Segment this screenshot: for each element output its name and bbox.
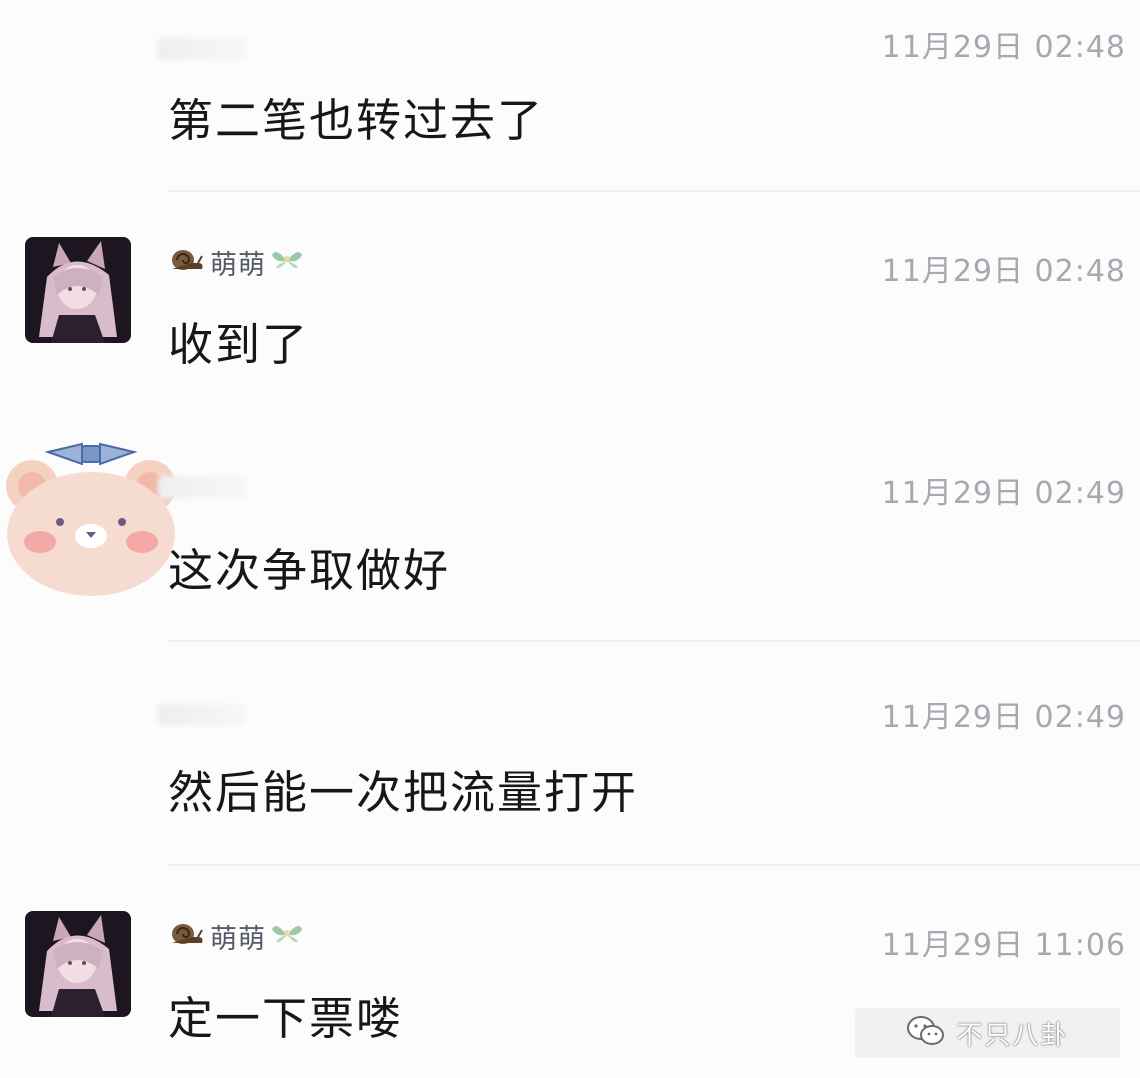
message-time: 11月29日 02:48 [881, 30, 1126, 65]
avatar-bear[interactable] [0, 434, 185, 599]
sender-row: 萌萌 [168, 917, 304, 956]
avatar-catgirl[interactable] [25, 237, 131, 343]
message-text[interactable]: 这次争取做好 [168, 534, 450, 599]
sender-name-blurred [158, 476, 246, 498]
sender-name[interactable]: 萌萌 [210, 243, 266, 282]
sender-name-blurred [158, 704, 246, 726]
message-time: 11月29日 02:49 [881, 476, 1126, 511]
snail-icon [168, 921, 206, 951]
message-time: 11月29日 11:06 [881, 928, 1126, 963]
message-text[interactable]: 然后能一次把流量打开 [168, 756, 638, 821]
message-item: 萌萌 11月29日 02:48 收到了 [0, 192, 1140, 412]
wechat-logo-icon [906, 1015, 946, 1051]
message-text[interactable]: 收到了 [168, 308, 309, 373]
snail-icon [168, 247, 206, 277]
chat-history: 11月29日 02:48 第二笔也转过去了 萌萌 11月29日 02:48 收到… [0, 0, 1140, 1078]
sender-row: 萌萌 [168, 243, 304, 282]
message-text[interactable]: 第二笔也转过去了 [168, 84, 544, 149]
message-item: 11月29日 02:49 这次争取做好 [0, 412, 1140, 640]
fairy-icon [270, 919, 304, 953]
message-text[interactable]: 定一下票喽 [168, 982, 403, 1047]
watermark: 不只八卦 [855, 1008, 1120, 1058]
avatar-catgirl[interactable] [25, 911, 131, 1017]
sender-name[interactable]: 萌萌 [210, 917, 266, 956]
message-item: 11月29日 02:48 第二笔也转过去了 [0, 0, 1140, 190]
fairy-icon [270, 245, 304, 279]
watermark-text: 不只八卦 [956, 1020, 1069, 1051]
sender-name-blurred [158, 38, 246, 60]
message-item: 11月29日 02:49 然后能一次把流量打开 [0, 642, 1140, 864]
message-time: 11月29日 02:49 [881, 700, 1126, 735]
message-time: 11月29日 02:48 [881, 254, 1126, 289]
